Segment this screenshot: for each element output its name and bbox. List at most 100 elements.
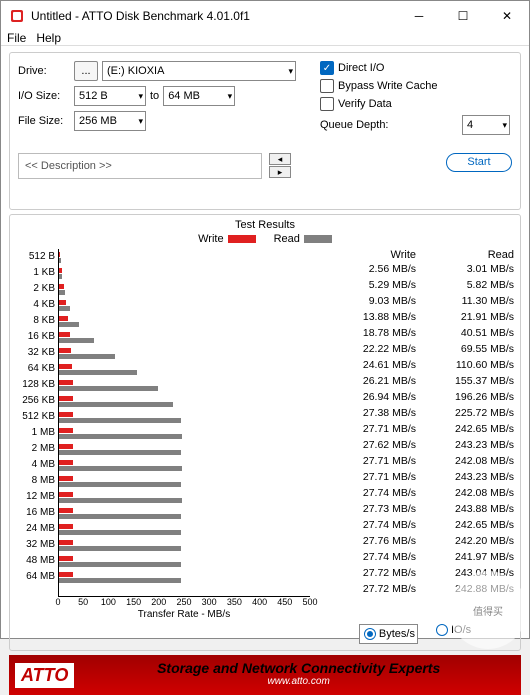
read-bar xyxy=(59,290,65,295)
value-row: 27.71 MB/s242.65 MB/s xyxy=(318,421,514,437)
value-row: 27.74 MB/s242.65 MB/s xyxy=(318,517,514,533)
y-tick: 64 KB xyxy=(16,361,55,377)
y-tick: 12 MB xyxy=(16,489,55,505)
bar-pair xyxy=(59,361,310,377)
y-tick: 48 MB xyxy=(16,553,55,569)
queue-depth-value: 4 xyxy=(467,119,473,131)
x-tick: 150 xyxy=(126,597,141,607)
verify-label: Verify Data xyxy=(338,98,392,110)
bar-chart xyxy=(58,249,310,597)
unit-radios: Bytes/s IO/s xyxy=(16,624,514,644)
write-bar xyxy=(59,540,73,545)
content-area: Drive: ... (E:) KIOXIA▾ I/O Size: 512 B▾… xyxy=(1,46,529,695)
read-bar xyxy=(59,258,61,263)
value-row: 27.38 MB/s225.72 MB/s xyxy=(318,405,514,421)
bypass-label: Bypass Write Cache xyxy=(338,80,437,92)
x-tick: 450 xyxy=(277,597,292,607)
write-bar xyxy=(59,572,73,577)
y-tick: 16 MB xyxy=(16,505,55,521)
queue-depth-select[interactable]: 4▾ xyxy=(462,115,510,135)
footer-banner: ATTO Storage and Network Connectivity Ex… xyxy=(9,655,521,695)
chart-legend: Write Read xyxy=(16,233,514,245)
iosize-from-select[interactable]: 512 B ▾ xyxy=(74,86,146,106)
drive-value: (E:) KIOXIA xyxy=(107,65,164,77)
bytes-label: Bytes/s xyxy=(379,628,415,640)
read-bar xyxy=(59,578,181,583)
x-axis: 050100150200250300350400450500 xyxy=(58,597,310,609)
legend-read-label: Read xyxy=(274,233,300,245)
value-row: 27.73 MB/s243.88 MB/s xyxy=(318,501,514,517)
slogan: Storage and Network Connectivity Experts… xyxy=(82,662,515,688)
description-field[interactable]: << Description >> xyxy=(18,153,262,179)
write-bar xyxy=(59,444,73,449)
next-button[interactable]: ▸ xyxy=(269,166,291,178)
bytes-radio[interactable]: Bytes/s xyxy=(359,624,418,644)
bypass-checkbox[interactable]: Bypass Write Cache xyxy=(320,79,510,93)
direct-io-checkbox[interactable]: ✓Direct I/O xyxy=(320,61,510,75)
write-bar xyxy=(59,332,70,337)
value-row: 27.71 MB/s242.08 MB/s xyxy=(318,453,514,469)
bar-pair xyxy=(59,553,310,569)
value-row: 27.74 MB/s241.97 MB/s xyxy=(318,549,514,565)
maximize-button[interactable]: ☐ xyxy=(441,1,485,31)
write-bar xyxy=(59,380,73,385)
y-tick: 1 MB xyxy=(16,425,55,441)
prev-button[interactable]: ◂ xyxy=(269,153,291,165)
iosize-from-value: 512 B xyxy=(79,90,108,102)
bar-pair xyxy=(59,377,310,393)
y-axis-labels: 512 B1 KB2 KB4 KB8 KB16 KB32 KB64 KB128 … xyxy=(16,249,58,597)
y-tick: 256 KB xyxy=(16,393,55,409)
read-swatch xyxy=(304,235,332,243)
write-bar xyxy=(59,252,60,257)
value-row: 9.03 MB/s11.30 MB/s xyxy=(318,293,514,309)
bar-pair xyxy=(59,441,310,457)
app-icon xyxy=(9,8,25,24)
bar-pair xyxy=(59,409,310,425)
minimize-button[interactable]: ─ xyxy=(397,1,441,31)
bar-pair xyxy=(59,281,310,297)
menu-file[interactable]: File xyxy=(7,31,26,45)
app-window: Untitled - ATTO Disk Benchmark 4.01.0f1 … xyxy=(0,0,530,639)
close-button[interactable]: ✕ xyxy=(485,1,529,31)
read-bar xyxy=(59,402,173,407)
read-bar xyxy=(59,482,181,487)
browse-button[interactable]: ... xyxy=(74,61,98,81)
value-row: 27.72 MB/s242.88 MB/s xyxy=(318,581,514,597)
menu-help[interactable]: Help xyxy=(36,31,61,45)
x-tick: 0 xyxy=(55,597,60,607)
x-tick: 300 xyxy=(202,597,217,607)
read-bar xyxy=(59,546,181,551)
filesize-select[interactable]: 256 MB▾ xyxy=(74,111,146,131)
radio-dot-icon xyxy=(364,628,376,640)
read-bar xyxy=(59,434,182,439)
bar-pair xyxy=(59,457,310,473)
filesize-value: 256 MB xyxy=(79,115,117,127)
value-row: 27.74 MB/s242.08 MB/s xyxy=(318,485,514,501)
col-read: Read xyxy=(416,249,514,261)
y-tick: 512 B xyxy=(16,249,55,265)
bar-pair xyxy=(59,329,310,345)
io-radio[interactable]: IO/s xyxy=(436,624,471,644)
brand-logo: ATTO xyxy=(15,663,74,688)
write-bar xyxy=(59,348,71,353)
read-bar xyxy=(59,530,181,535)
value-row: 27.71 MB/s243.23 MB/s xyxy=(318,469,514,485)
y-tick: 128 KB xyxy=(16,377,55,393)
x-tick: 200 xyxy=(151,597,166,607)
checkbox-icon xyxy=(320,97,334,111)
io-label: IO/s xyxy=(451,624,471,636)
iosize-to-select[interactable]: 64 MB▾ xyxy=(163,86,235,106)
read-bar xyxy=(59,498,182,503)
drive-select[interactable]: (E:) KIOXIA▾ xyxy=(102,61,296,81)
write-bar xyxy=(59,284,64,289)
verify-checkbox[interactable]: Verify Data xyxy=(320,97,510,111)
write-bar xyxy=(59,268,62,273)
read-bar xyxy=(59,514,181,519)
chevron-down-icon: ▾ xyxy=(138,91,143,102)
bar-pair xyxy=(59,569,310,585)
start-button[interactable]: Start xyxy=(446,153,512,172)
checkbox-icon xyxy=(320,79,334,93)
write-swatch xyxy=(228,235,256,243)
write-bar xyxy=(59,492,73,497)
iosize-to-value: 64 MB xyxy=(168,90,200,102)
